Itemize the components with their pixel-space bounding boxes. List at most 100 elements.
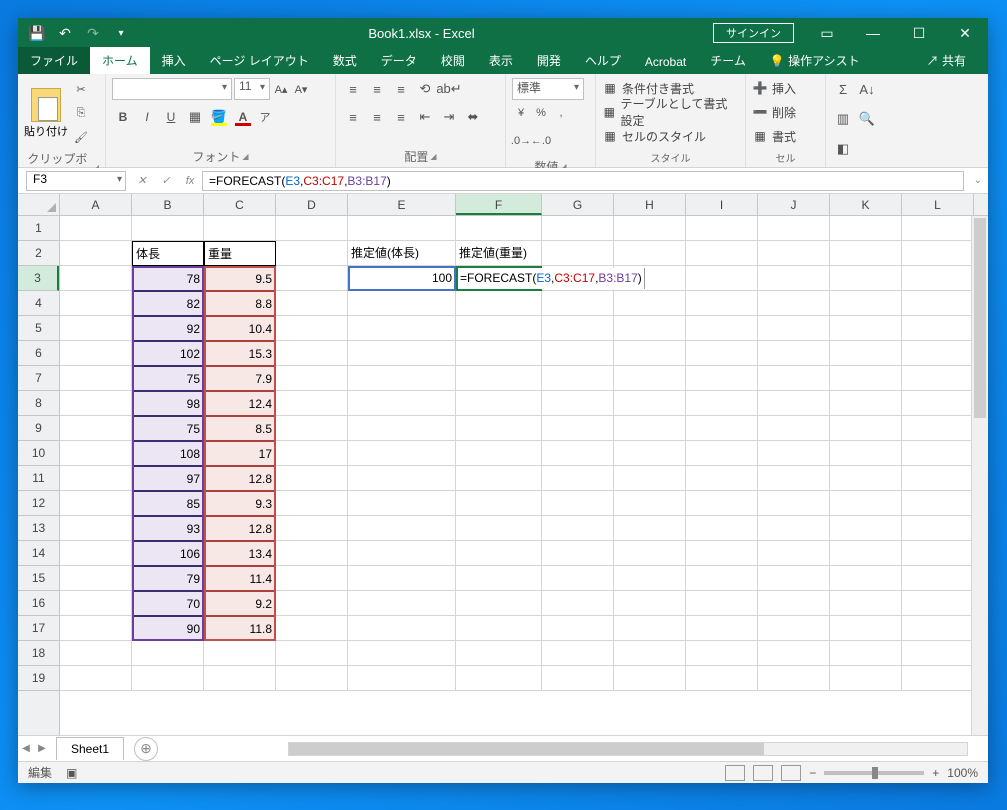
cell-C3[interactable]: 9.5 xyxy=(204,266,276,291)
cell-I2[interactable] xyxy=(686,241,758,266)
cell-K17[interactable] xyxy=(830,616,902,641)
cell-C15[interactable]: 11.4 xyxy=(204,566,276,591)
format-cells-button[interactable]: ▦書式 xyxy=(752,126,796,146)
minimize-icon[interactable]: — xyxy=(850,18,896,48)
cell-A13[interactable] xyxy=(60,516,132,541)
col-header-K[interactable]: K xyxy=(830,194,902,215)
col-header-E[interactable]: E xyxy=(348,194,456,215)
cell-C14[interactable]: 13.4 xyxy=(204,541,276,566)
cell-H12[interactable] xyxy=(614,491,686,516)
sheet-tab[interactable]: Sheet1 xyxy=(56,737,124,760)
cell-A19[interactable] xyxy=(60,666,132,691)
cell-H5[interactable] xyxy=(614,316,686,341)
cell-A6[interactable] xyxy=(60,341,132,366)
align-middle-icon[interactable]: ≡ xyxy=(366,78,388,100)
cell-K10[interactable] xyxy=(830,441,902,466)
cell-D1[interactable] xyxy=(276,216,348,241)
cell-C12[interactable]: 9.3 xyxy=(204,491,276,516)
cell-I4[interactable] xyxy=(686,291,758,316)
cell-K2[interactable] xyxy=(830,241,902,266)
maximize-icon[interactable]: ☐ xyxy=(896,18,942,48)
cell-F15[interactable] xyxy=(456,566,542,591)
align-top-icon[interactable]: ≡ xyxy=(342,78,364,100)
horizontal-scrollbar[interactable] xyxy=(288,742,968,756)
cell-B18[interactable] xyxy=(132,641,204,666)
cell-J6[interactable] xyxy=(758,341,830,366)
decrease-font-icon[interactable]: A▾ xyxy=(292,78,310,100)
cell-G15[interactable] xyxy=(542,566,614,591)
cell-I8[interactable] xyxy=(686,391,758,416)
row-header-16[interactable]: 16 xyxy=(18,591,59,616)
cell-E10[interactable] xyxy=(348,441,456,466)
col-header-C[interactable]: C xyxy=(204,194,276,215)
cell-B5[interactable]: 92 xyxy=(132,316,204,341)
cell-A8[interactable] xyxy=(60,391,132,416)
zoom-level[interactable]: 100% xyxy=(947,766,978,780)
insert-cells-button[interactable]: ➕挿入 xyxy=(752,78,796,98)
font-size-combo[interactable]: 11 xyxy=(234,78,270,100)
row-header-1[interactable]: 1 xyxy=(18,216,59,241)
cell-K6[interactable] xyxy=(830,341,902,366)
cell-L11[interactable] xyxy=(902,466,974,491)
cell-H1[interactable] xyxy=(614,216,686,241)
orientation-icon[interactable]: ⟲ xyxy=(414,78,436,100)
cell-H9[interactable] xyxy=(614,416,686,441)
vscroll-thumb[interactable] xyxy=(974,218,986,418)
wrap-text-icon[interactable]: ab↵ xyxy=(438,78,460,100)
cell-H2[interactable] xyxy=(614,241,686,266)
cell-L16[interactable] xyxy=(902,591,974,616)
cell-styles-button[interactable]: ▦セルのスタイル xyxy=(602,126,706,146)
merge-icon[interactable]: ⬌ xyxy=(462,106,484,128)
cell-C8[interactable]: 12.4 xyxy=(204,391,276,416)
cell-B15[interactable]: 79 xyxy=(132,566,204,591)
cell-D10[interactable] xyxy=(276,441,348,466)
col-header-L[interactable]: L xyxy=(902,194,974,215)
cell-D16[interactable] xyxy=(276,591,348,616)
cell-J3[interactable] xyxy=(758,266,830,291)
cell-I13[interactable] xyxy=(686,516,758,541)
cell-K14[interactable] xyxy=(830,541,902,566)
cell-A3[interactable] xyxy=(60,266,132,291)
cell-G10[interactable] xyxy=(542,441,614,466)
page-break-view-icon[interactable] xyxy=(781,765,801,781)
cell-E16[interactable] xyxy=(348,591,456,616)
cell-F18[interactable] xyxy=(456,641,542,666)
cell-K4[interactable] xyxy=(830,291,902,316)
row-header-7[interactable]: 7 xyxy=(18,366,59,391)
zoom-in-icon[interactable]: + xyxy=(932,766,939,780)
cell-G19[interactable] xyxy=(542,666,614,691)
number-format-combo[interactable]: 標準 xyxy=(512,78,584,100)
cell-A1[interactable] xyxy=(60,216,132,241)
paste-button[interactable]: 貼り付け xyxy=(24,88,68,139)
indent-dec-icon[interactable]: ⇤ xyxy=(414,106,436,128)
row-header-18[interactable]: 18 xyxy=(18,641,59,666)
cell-B9[interactable]: 75 xyxy=(132,416,204,441)
cell-J17[interactable] xyxy=(758,616,830,641)
cell-A9[interactable] xyxy=(60,416,132,441)
select-all-corner[interactable] xyxy=(18,194,60,215)
tellme[interactable]: 💡 操作アシスト xyxy=(758,47,872,74)
tab-developer[interactable]: 開発 xyxy=(525,47,573,74)
cell-G12[interactable] xyxy=(542,491,614,516)
cell-K13[interactable] xyxy=(830,516,902,541)
cell-B6[interactable]: 102 xyxy=(132,341,204,366)
cell-E2[interactable]: 推定値(体長) xyxy=(348,241,456,266)
cell-H8[interactable] xyxy=(614,391,686,416)
cell-J13[interactable] xyxy=(758,516,830,541)
cell-H18[interactable] xyxy=(614,641,686,666)
cell-G5[interactable] xyxy=(542,316,614,341)
tab-next-icon[interactable]: ▶ xyxy=(34,743,50,754)
phonetic-icon[interactable]: ア xyxy=(256,106,274,128)
row-header-11[interactable]: 11 xyxy=(18,466,59,491)
save-icon[interactable]: 💾 xyxy=(28,24,46,42)
cell-E14[interactable] xyxy=(348,541,456,566)
cell-K5[interactable] xyxy=(830,316,902,341)
tab-acrobat[interactable]: Acrobat xyxy=(633,50,698,74)
delete-cells-button[interactable]: ➖削除 xyxy=(752,102,796,122)
cell-K16[interactable] xyxy=(830,591,902,616)
tab-prev-icon[interactable]: ◀ xyxy=(18,743,34,754)
cancel-formula-icon[interactable]: ✕ xyxy=(130,169,154,193)
cell-H13[interactable] xyxy=(614,516,686,541)
cell-J15[interactable] xyxy=(758,566,830,591)
cell-D12[interactable] xyxy=(276,491,348,516)
